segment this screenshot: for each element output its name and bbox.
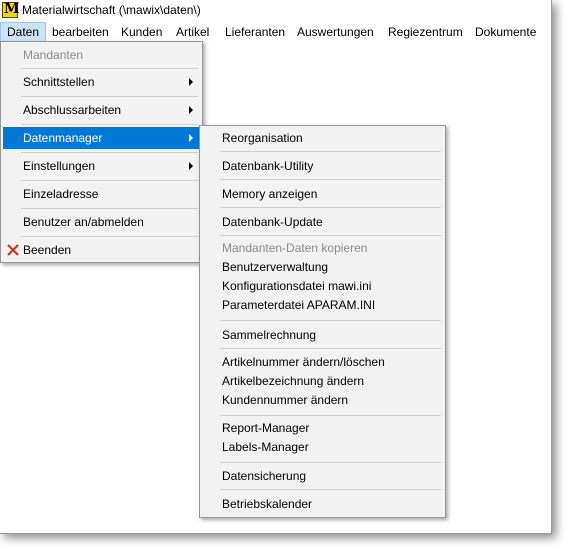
menu-item-datenmanager[interactable]: Datenmanager: [3, 127, 200, 149]
menu-item-einstellungen[interactable]: Einstellungen: [3, 155, 200, 177]
menu-item-schnittstellen[interactable]: Schnittstellen: [3, 71, 200, 93]
menu-item-label: Abschlussarbeiten: [23, 103, 122, 117]
submenu-arrow-icon: [189, 162, 193, 170]
submenu-arrow-icon: [189, 106, 193, 114]
menu-item-label: Benutzerverwaltung: [222, 260, 329, 274]
menu-item-reorganisation[interactable]: Reorganisation: [202, 127, 443, 149]
menu-item-label: Datenbank-Utility: [222, 159, 314, 173]
menubar-regiezentrum[interactable]: Regiezentrum: [382, 22, 469, 42]
menu-item-datensicherung[interactable]: Datensicherung: [202, 465, 443, 487]
menu-separator: [220, 320, 441, 321]
menubar-dokumente[interactable]: Dokumente: [469, 22, 542, 42]
menu-item-abschlussarbeiten[interactable]: Abschlussarbeiten: [3, 99, 200, 121]
menu-separator: [220, 415, 441, 416]
menu-item-label: Mandanten-Daten kopieren: [222, 241, 368, 255]
menu-item-label: Kundennummer ändern: [222, 393, 349, 407]
menu-item-labels-manager[interactable]: Labels-Manager: [202, 438, 443, 457]
menu-item-label: Artikelnummer ändern/löschen: [222, 355, 385, 369]
daten-menu: Mandanten Schnittstellen Abschlussarbeit…: [0, 41, 203, 263]
menu-item-datenbank-update[interactable]: Datenbank-Update: [202, 211, 443, 233]
menu-item-label: Datensicherung: [222, 469, 307, 483]
menu-item-label: Einzeladresse: [23, 187, 99, 201]
menu-separator: [220, 235, 441, 236]
menu-item-artikelbezeichnung-aendern[interactable]: Artikelbezeichnung ändern: [202, 372, 443, 391]
menu-item-mandanten-daten-kopieren: Mandanten-Daten kopieren: [202, 239, 443, 258]
submenu-arrow-icon: [189, 134, 193, 142]
menu-item-benutzerverwaltung[interactable]: Benutzerverwaltung: [202, 258, 443, 277]
menu-item-einzeladresse[interactable]: Einzeladresse: [3, 183, 200, 205]
menu-item-label: Datenmanager: [23, 131, 103, 145]
menu-separator: [21, 96, 198, 97]
menu-bar: Daten bearbeiten Kunden Artikel Lieferan…: [0, 22, 551, 42]
menu-separator: [21, 68, 198, 69]
menubar-auswertungen[interactable]: Auswertungen: [291, 22, 380, 42]
menubar-artikel[interactable]: Artikel: [170, 22, 215, 42]
menu-item-sammelrechnung[interactable]: Sammelrechnung: [202, 324, 443, 346]
menu-item-label: Datenbank-Update: [222, 215, 323, 229]
menu-item-label: Parameterdatei APARAM.INI: [222, 298, 376, 312]
menu-separator: [21, 236, 198, 237]
menu-separator: [220, 207, 441, 208]
menubar-daten[interactable]: Daten: [0, 22, 47, 42]
app-logo-icon: M: [2, 1, 20, 18]
close-x-icon: [7, 244, 19, 256]
menu-separator: [220, 348, 441, 349]
menu-separator: [21, 124, 198, 125]
menu-separator: [21, 152, 198, 153]
menu-separator: [220, 151, 441, 152]
menu-item-label: Report-Manager: [222, 421, 310, 435]
menu-item-konfigurationsdatei[interactable]: Konfigurationsdatei mawi.ini: [202, 277, 443, 296]
menu-item-betriebskalender[interactable]: Betriebskalender: [202, 493, 443, 515]
menu-separator: [21, 180, 198, 181]
menu-item-benutzer[interactable]: Benutzer an/abmelden: [3, 211, 200, 233]
menu-item-label: Reorganisation: [222, 131, 303, 145]
window-title: Materialwirtschaft (\mawix\daten\): [22, 3, 201, 17]
menu-item-label: Artikelbezeichnung ändern: [222, 374, 365, 388]
menu-separator: [220, 462, 441, 463]
menu-item-kundennummer-aendern[interactable]: Kundennummer ändern: [202, 391, 443, 410]
menu-item-label: Betriebskalender: [222, 497, 313, 511]
menu-item-label: Labels-Manager: [222, 440, 309, 454]
menu-item-label: Benutzer an/abmelden: [23, 215, 144, 229]
menu-item-datenbank-utility[interactable]: Datenbank-Utility: [202, 155, 443, 177]
menubar-lieferanten[interactable]: Lieferanten: [219, 22, 291, 42]
menu-item-parameterdatei[interactable]: Parameterdatei APARAM.INI: [202, 296, 443, 315]
menu-item-label: Einstellungen: [23, 159, 96, 173]
menu-separator: [21, 208, 198, 209]
submenu-arrow-icon: [189, 78, 193, 86]
menu-item-memory-anzeigen[interactable]: Memory anzeigen: [202, 183, 443, 205]
datenmanager-submenu: Reorganisation Datenbank-Utility Memory …: [199, 125, 446, 518]
menu-item-label: Schnittstellen: [23, 75, 95, 89]
menu-separator: [220, 179, 441, 180]
menu-item-mandanten: Mandanten: [3, 44, 200, 66]
menu-item-label: Memory anzeigen: [222, 187, 318, 201]
menu-item-beenden[interactable]: Beenden: [3, 239, 200, 261]
menu-separator: [220, 489, 441, 490]
menu-item-label: Konfigurationsdatei mawi.ini: [222, 279, 372, 293]
title-bar: M Materialwirtschaft (\mawix\daten\): [0, 0, 551, 22]
menu-item-artikelnummer-aendern[interactable]: Artikelnummer ändern/löschen: [202, 353, 443, 372]
menu-item-report-manager[interactable]: Report-Manager: [202, 419, 443, 438]
menu-item-label: Mandanten: [23, 48, 84, 62]
menu-item-label: Beenden: [23, 243, 72, 257]
menubar-kunden[interactable]: Kunden: [115, 22, 168, 42]
menubar-bearbeiten[interactable]: bearbeiten: [46, 22, 115, 42]
menu-item-label: Sammelrechnung: [222, 328, 317, 342]
